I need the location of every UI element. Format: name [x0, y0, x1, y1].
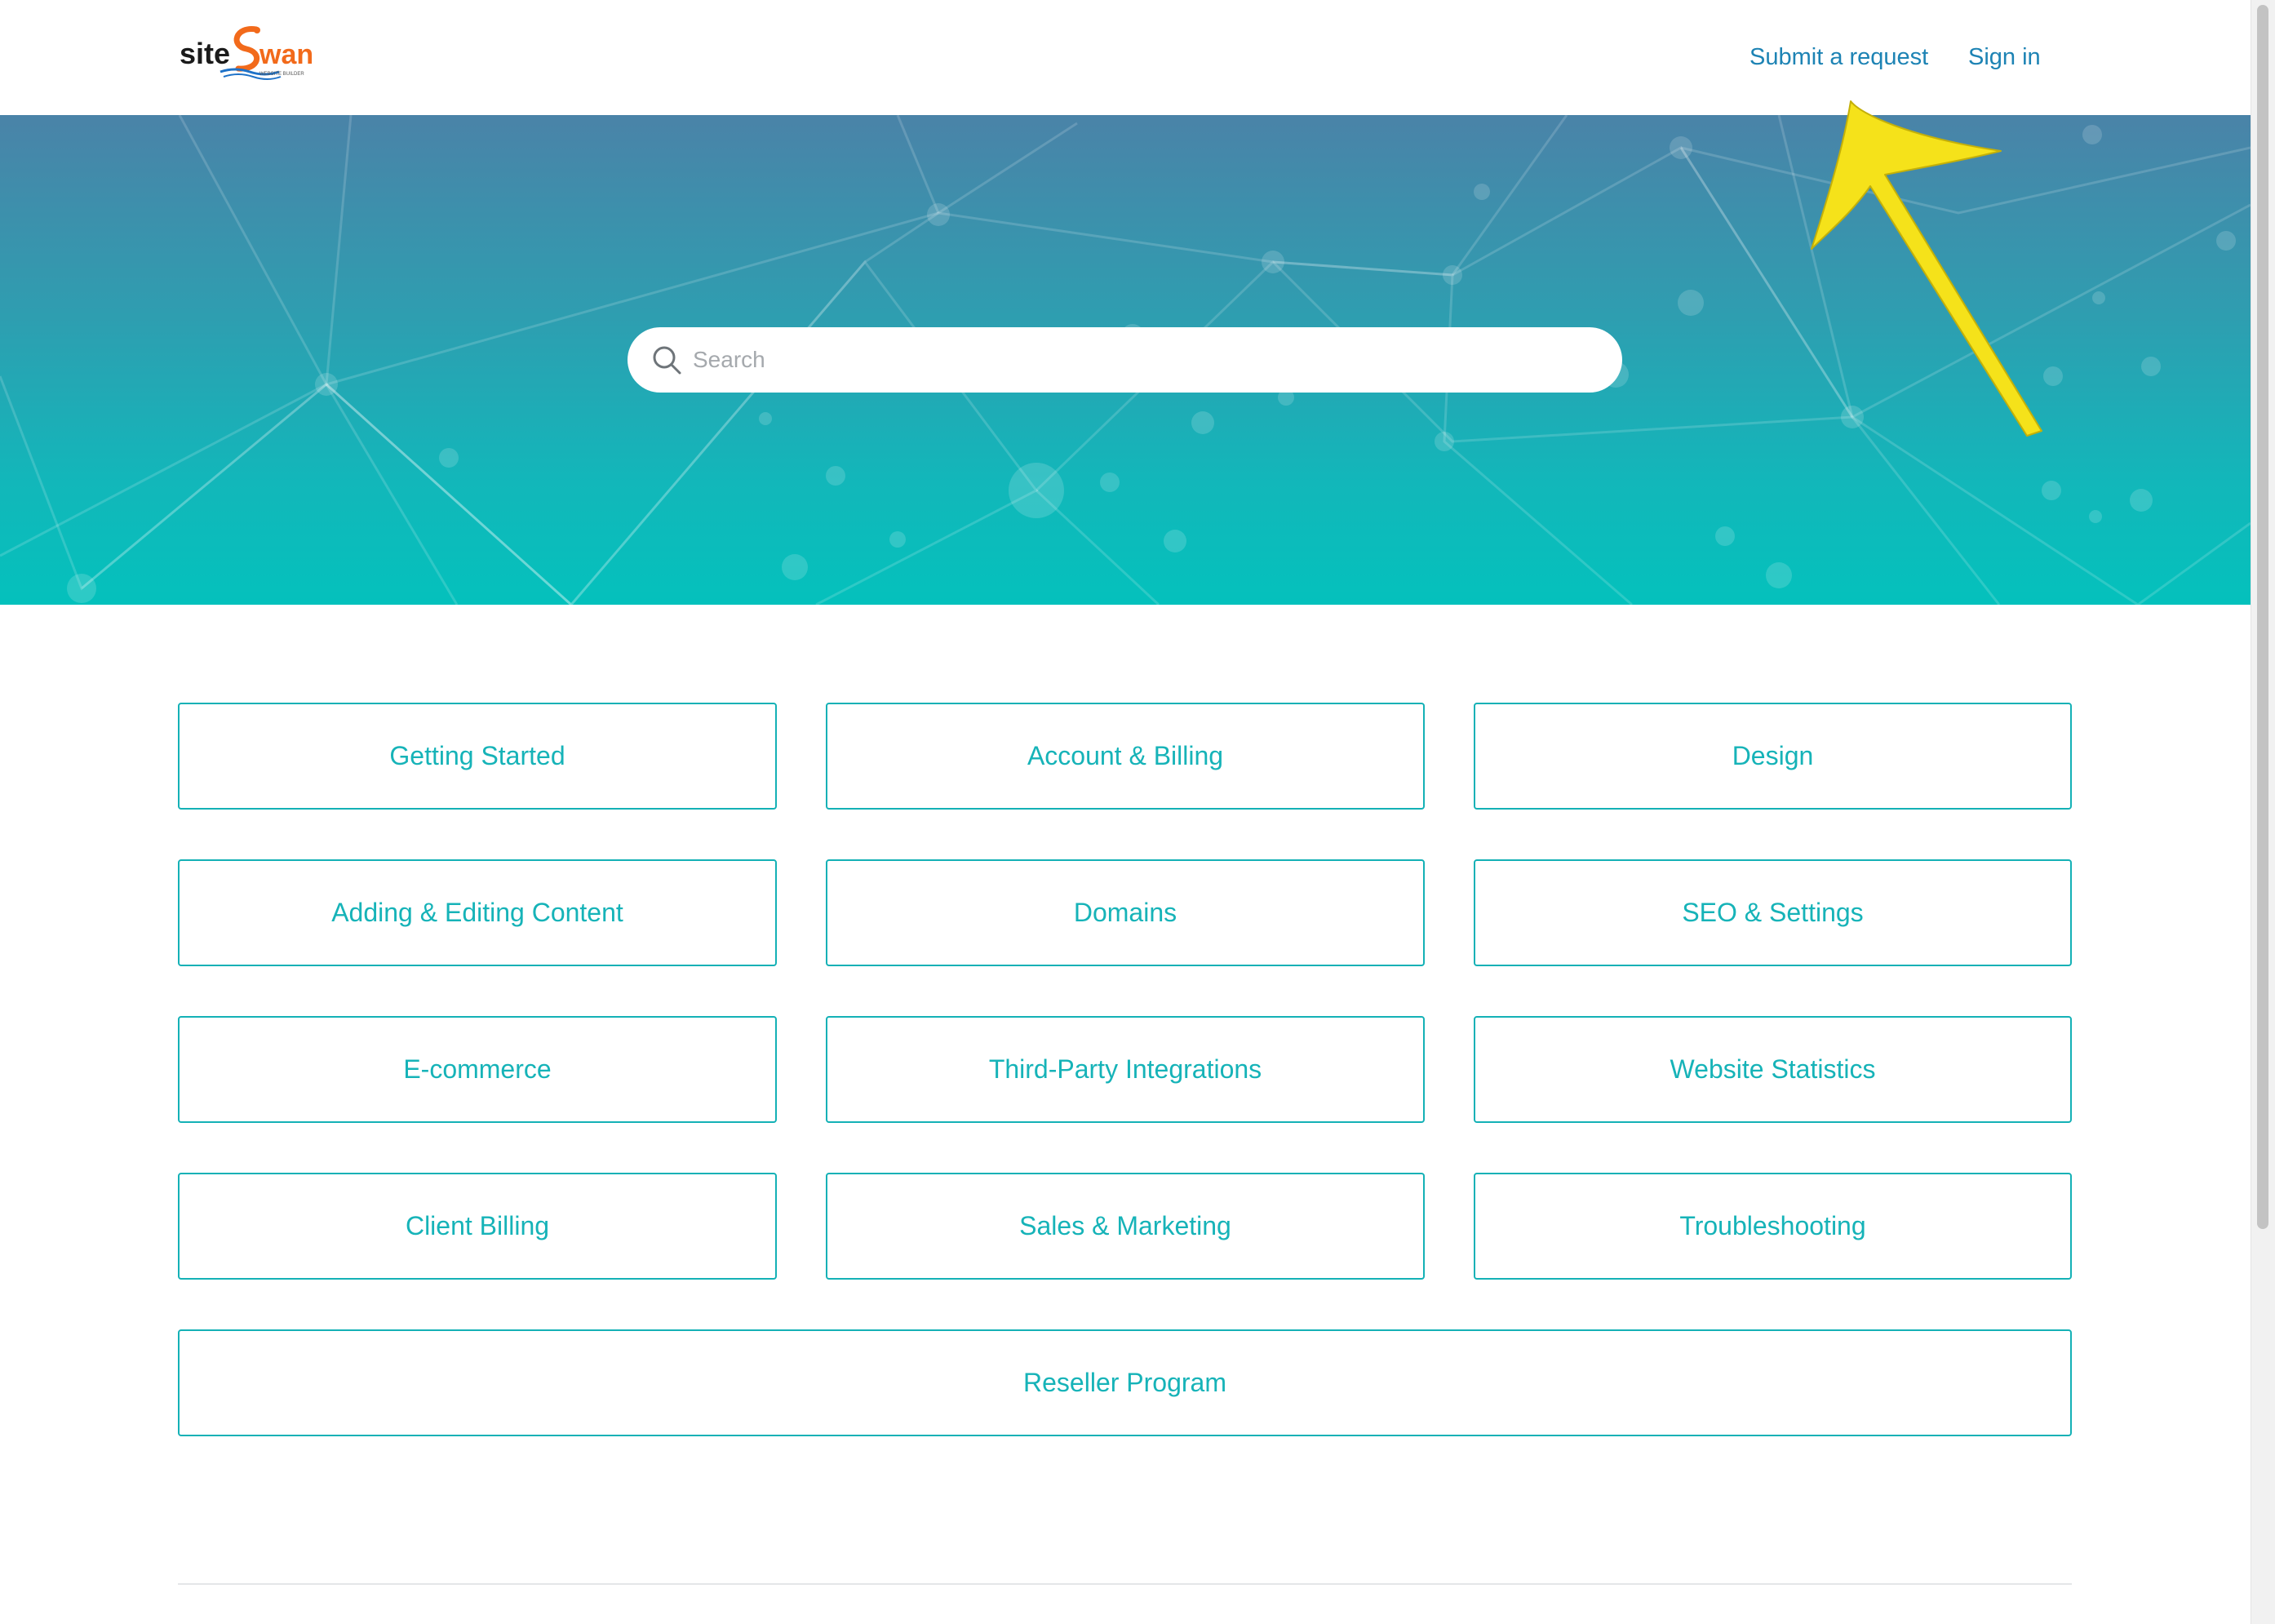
logo-text-site: site	[180, 37, 230, 70]
category-reseller-program[interactable]: Reseller Program	[178, 1329, 2072, 1436]
footer-divider	[178, 1583, 2072, 1585]
site-header: site wan WEBSITE BUILDER Submit a reques…	[0, 0, 2251, 115]
page-scrollbar-thumb[interactable]	[2257, 5, 2268, 1229]
search-bar[interactable]	[628, 327, 1622, 393]
hero-banner	[0, 115, 2251, 605]
category-getting-started[interactable]: Getting Started	[178, 703, 777, 810]
category-troubleshooting[interactable]: Troubleshooting	[1474, 1173, 2072, 1280]
category-client-billing[interactable]: Client Billing	[178, 1173, 777, 1280]
logo-tagline: WEBSITE BUILDER	[259, 72, 304, 77]
search-input[interactable]	[693, 327, 1590, 393]
category-design[interactable]: Design	[1474, 703, 2072, 810]
sign-in-link[interactable]: Sign in	[1968, 39, 2041, 75]
category-seo-settings[interactable]: SEO & Settings	[1474, 859, 2072, 966]
category-sales-marketing[interactable]: Sales & Marketing	[826, 1173, 1425, 1280]
category-e-commerce[interactable]: E-commerce	[178, 1016, 777, 1123]
category-adding-editing-content[interactable]: Adding & Editing Content	[178, 859, 777, 966]
category-account-billing[interactable]: Account & Billing	[826, 703, 1425, 810]
search-icon	[653, 346, 681, 375]
sitewswan-logo[interactable]: site wan WEBSITE BUILDER	[178, 21, 325, 83]
category-domains[interactable]: Domains	[826, 859, 1425, 966]
category-third-party-integrations[interactable]: Third-Party Integrations	[826, 1016, 1425, 1123]
category-website-statistics[interactable]: Website Statistics	[1474, 1016, 2072, 1123]
svg-text:wan: wan	[259, 39, 313, 70]
logo-icon: site wan WEBSITE BUILDER	[180, 26, 313, 80]
submit-request-link[interactable]: Submit a request	[1749, 39, 1928, 75]
